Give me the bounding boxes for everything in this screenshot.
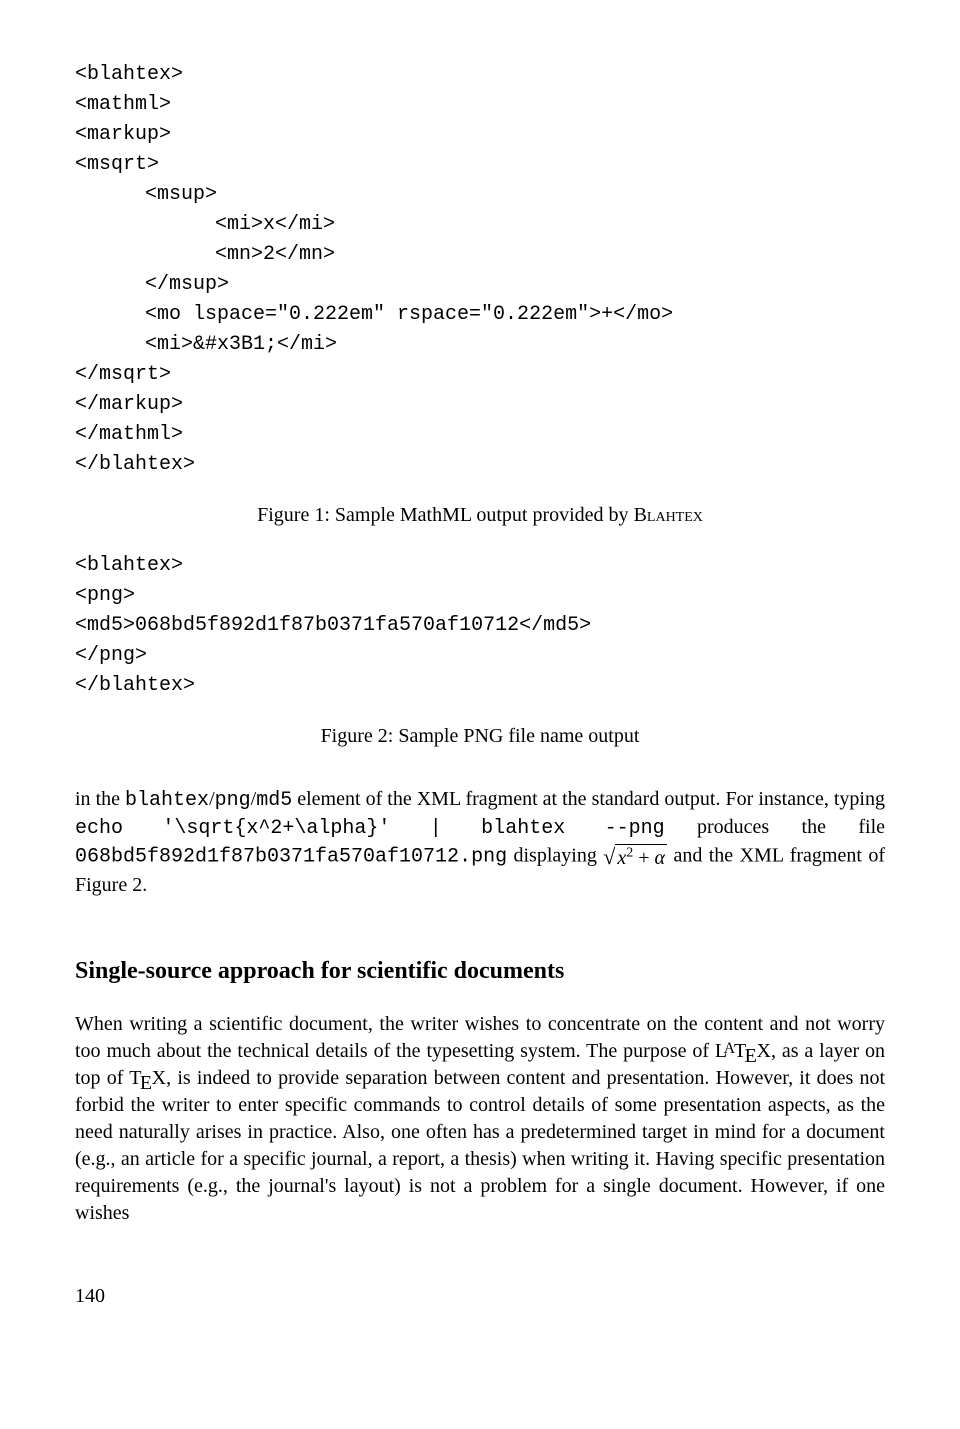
- code-line: <mi>&#x3B1;</mi>: [75, 330, 885, 360]
- caption-text: Figure 1: Sample MathML output provided …: [257, 504, 633, 526]
- code-line: </mathml>: [75, 420, 885, 450]
- math-var-x: x: [617, 847, 626, 869]
- inline-code: png: [215, 789, 251, 812]
- code-line: <msqrt>: [75, 150, 885, 180]
- code-line: </blahtex>: [75, 450, 885, 480]
- code-line: <msup>: [75, 180, 885, 210]
- code-line: <mi>x</mi>: [75, 210, 885, 240]
- code-line: <mn>2</mn>: [75, 240, 885, 270]
- code-line: <png>: [75, 581, 885, 611]
- code-line: <mo lspace="0.222em" rspace="0.222em">+<…: [75, 300, 885, 330]
- code-line: <blahtex>: [75, 551, 885, 581]
- text-run: displaying: [507, 845, 603, 867]
- inline-code: blahtex: [125, 789, 209, 812]
- code-line: <mathml>: [75, 90, 885, 120]
- tex-logo: TEX: [129, 1067, 166, 1089]
- code-line: </msup>: [75, 270, 885, 300]
- page-number: 140: [75, 1283, 885, 1310]
- code-line: <blahtex>: [75, 60, 885, 90]
- code-line: </blahtex>: [75, 671, 885, 701]
- blahtex-name: Blahtex: [634, 504, 703, 526]
- section-heading: Single-source approach for scientific do…: [75, 955, 885, 987]
- text-run: , is indeed to provide separation betwee…: [75, 1067, 885, 1224]
- paragraph-1: in the blahtex/png/md5 element of the XM…: [75, 786, 885, 899]
- code-line: </msqrt>: [75, 360, 885, 390]
- code-listing-2: <blahtex> <png> <md5>068bd5f892d1f87b037…: [75, 551, 885, 701]
- text-run: in the: [75, 788, 125, 810]
- code-line: <markup>: [75, 120, 885, 150]
- math-var-alpha: α: [655, 847, 666, 869]
- paragraph-2: When writing a scientific document, the …: [75, 1011, 885, 1227]
- code-line: </markup>: [75, 390, 885, 420]
- inline-code: md5: [256, 789, 292, 812]
- text-run: element of the XML fragment at the stand…: [292, 788, 885, 810]
- inline-code: echo '\sqrt{x^2+\alpha}' | blahtex --png: [75, 817, 665, 840]
- code-listing-1: <blahtex> <mathml> <markup> <msqrt> <msu…: [75, 60, 885, 480]
- latex-logo: LATEX: [715, 1040, 771, 1062]
- figure-2-caption: Figure 2: Sample PNG file name output: [75, 723, 885, 750]
- code-line: <md5>068bd5f892d1f87b0371fa570af10712</m…: [75, 611, 885, 641]
- sqrt-expression: √x2 + α: [603, 842, 667, 872]
- inline-code: 068bd5f892d1f87b0371fa570af10712.png: [75, 846, 507, 869]
- math-plus: +: [633, 847, 654, 869]
- code-line: </png>: [75, 641, 885, 671]
- text-run: produces the file: [665, 816, 885, 838]
- figure-1-caption: Figure 1: Sample MathML output provided …: [75, 502, 885, 529]
